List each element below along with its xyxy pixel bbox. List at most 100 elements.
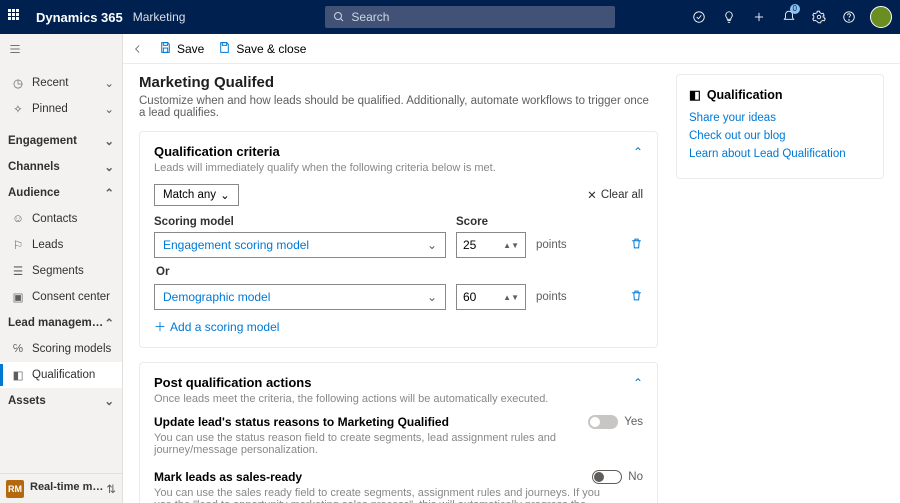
help-icon[interactable] <box>834 0 864 34</box>
aside-link[interactable]: Learn about Lead Qualification <box>689 148 871 160</box>
unit-label: points <box>536 239 576 251</box>
nav-pinned[interactable]: ✧Pinned⌄ <box>0 96 122 122</box>
search-icon <box>333 11 345 23</box>
main: Save Save & close Marketing Qualifed Cus… <box>123 34 900 503</box>
nav-consent[interactable]: ▣Consent center <box>0 284 122 310</box>
qualification-icon: ◧ <box>689 87 701 102</box>
chevron-down-icon: ⌄ <box>104 76 114 90</box>
collapse-icon[interactable]: ⌃ <box>633 145 643 159</box>
nav-contacts[interactable]: ☺Contacts <box>0 206 122 232</box>
area-badge: RM <box>6 480 24 498</box>
nav-assets[interactable]: Assets⌄ <box>0 388 122 414</box>
command-bar: Save Save & close <box>123 34 900 64</box>
module-name: Marketing <box>133 10 186 24</box>
brand-name: Dynamics 365 <box>36 10 123 25</box>
sidebar-toggle[interactable] <box>0 34 30 64</box>
action1-title: Update lead's status reasons to Marketin… <box>154 415 449 429</box>
settings-icon[interactable] <box>804 0 834 34</box>
leads-icon: ⚐ <box>10 238 26 252</box>
action2-sub: You can use the sales ready field to cre… <box>154 487 604 503</box>
toggle-status-reason[interactable] <box>588 415 618 429</box>
save-close-button[interactable]: Save & close <box>218 41 306 57</box>
spinner-icon[interactable]: ▲▼ <box>503 243 519 248</box>
nav-qualification[interactable]: ◧Qualification <box>0 362 122 388</box>
collapse-icon[interactable]: ⌃ <box>633 376 643 390</box>
toggle-value: Yes <box>624 416 643 428</box>
add-icon[interactable] <box>744 0 774 34</box>
segments-icon: ☰ <box>10 264 26 278</box>
clear-all-button[interactable]: ✕Clear all <box>587 188 643 202</box>
chevron-down-icon: ⌄ <box>220 188 230 202</box>
score-input[interactable]: 60▲▼ <box>456 284 526 310</box>
delete-row-button[interactable] <box>630 289 643 305</box>
back-button[interactable] <box>131 42 145 56</box>
pin-icon: ✧ <box>10 102 26 116</box>
person-icon: ☺ <box>10 213 26 225</box>
action2-title: Mark leads as sales-ready <box>154 470 302 484</box>
aside-panel: ◧Qualification Share your ideas Check ou… <box>676 74 884 493</box>
criteria-card: Qualification criteria ⌃ Leads will imme… <box>139 131 658 348</box>
search-placeholder: Search <box>351 10 389 24</box>
scoring-model-select[interactable]: Demographic model⌄ <box>154 284 446 310</box>
top-bar: Dynamics 365 Marketing Search 0 <box>0 0 900 34</box>
consent-icon: ▣ <box>10 290 26 304</box>
nav-leads[interactable]: ⚐Leads <box>0 232 122 258</box>
page-subtitle: Customize when and how leads should be q… <box>139 95 658 119</box>
nav-channels[interactable]: Channels⌄ <box>0 154 122 180</box>
chevron-down-icon: ⌄ <box>104 102 114 116</box>
scoring-model-label: Scoring model <box>154 216 446 228</box>
close-icon: ✕ <box>587 188 597 202</box>
nav-recent[interactable]: ◷Recent⌄ <box>0 70 122 96</box>
action1-sub: You can use the status reason field to c… <box>154 432 604 456</box>
save-icon <box>159 41 172 57</box>
plus-icon: ＋ <box>154 318 166 335</box>
or-label: Or <box>156 266 643 278</box>
chevron-up-icon: ⌃ <box>104 316 114 330</box>
updown-icon: ⇅ <box>106 482 116 496</box>
unit-label: points <box>536 291 576 303</box>
toggle-value: No <box>628 471 643 483</box>
page-title: Marketing Qualifed <box>139 74 658 91</box>
area-label: Real-time marketi... <box>30 481 106 493</box>
chevron-down-icon: ⌄ <box>104 394 114 408</box>
nav-scoring-models[interactable]: ℅Scoring models <box>0 336 122 362</box>
match-dropdown[interactable]: Match any⌄ <box>154 184 239 206</box>
notifications-icon[interactable]: 0 <box>774 0 804 34</box>
score-label: Score <box>456 216 526 228</box>
chevron-down-icon: ⌄ <box>104 134 114 148</box>
nav-segments[interactable]: ☰Segments <box>0 258 122 284</box>
save-close-icon <box>218 41 231 57</box>
add-scoring-model-button[interactable]: ＋Add a scoring model <box>154 318 643 335</box>
criteria-title: Qualification criteria <box>154 144 633 159</box>
nav-engagement[interactable]: Engagement⌄ <box>0 128 122 154</box>
scoring-icon: ℅ <box>10 343 26 355</box>
search-box[interactable]: Search <box>325 6 615 28</box>
toggle-sales-ready[interactable] <box>592 470 622 484</box>
sidebar: ◷Recent⌄ ✧Pinned⌄ Engagement⌄ Channels⌄ … <box>0 34 123 503</box>
score-input[interactable]: 25▲▼ <box>456 232 526 258</box>
chevron-down-icon: ⌄ <box>427 238 437 252</box>
clock-icon: ◷ <box>10 76 26 90</box>
chevron-down-icon: ⌄ <box>104 160 114 174</box>
nav-leadmgmt[interactable]: Lead management⌃ <box>0 310 122 336</box>
actions-title: Post qualification actions <box>154 375 633 390</box>
criteria-row: Demographic model⌄ 60▲▼ points <box>154 284 643 310</box>
area-switcher[interactable]: RM Real-time marketi... ⇅ <box>0 473 122 503</box>
user-avatar[interactable] <box>870 6 892 28</box>
assist-icon[interactable] <box>684 0 714 34</box>
actions-card: Post qualification actions ⌃ Once leads … <box>139 362 658 503</box>
qualification-icon: ◧ <box>10 368 26 382</box>
delete-row-button[interactable] <box>630 237 643 253</box>
spinner-icon[interactable]: ▲▼ <box>503 295 519 300</box>
aside-link[interactable]: Share your ideas <box>689 112 871 124</box>
criteria-sub: Leads will immediately qualify when the … <box>154 162 643 174</box>
save-button[interactable]: Save <box>159 41 204 57</box>
actions-sub: Once leads meet the criteria, the follow… <box>154 393 643 405</box>
lightbulb-icon[interactable] <box>714 0 744 34</box>
aside-link[interactable]: Check out our blog <box>689 130 871 142</box>
app-launcher-icon[interactable] <box>8 9 24 25</box>
scoring-model-select[interactable]: Engagement scoring model⌄ <box>154 232 446 258</box>
chevron-down-icon: ⌄ <box>427 290 437 304</box>
nav-audience[interactable]: Audience⌃ <box>0 180 122 206</box>
aside-title: ◧Qualification <box>689 87 871 102</box>
